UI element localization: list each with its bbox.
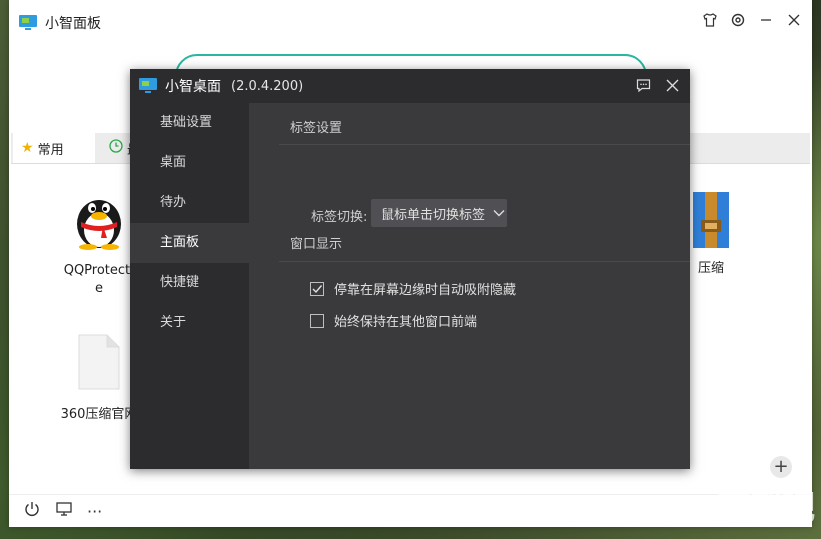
- dialog-titlebar: 小智桌面 (2.0.4.200): [130, 69, 690, 103]
- tag-switch-select[interactable]: 鼠标单击切换标签: [371, 199, 507, 227]
- sidebar-item-hotkeys[interactable]: 快捷键: [130, 263, 249, 303]
- app-logo-icon: [19, 15, 37, 31]
- panel-title: 小智面板: [45, 16, 101, 32]
- sidebar-item-desktop[interactable]: 桌面: [130, 143, 249, 183]
- close-icon[interactable]: [786, 12, 802, 28]
- app-logo-icon: [139, 78, 157, 94]
- option-label: 始终保持在其他窗口前端: [334, 315, 478, 330]
- settings-gear-icon[interactable]: [730, 12, 746, 28]
- minimize-icon[interactable]: [758, 12, 774, 28]
- sidebar-item-about[interactable]: 关于: [130, 303, 249, 343]
- option-auto-hide[interactable]: 停靠在屏幕边缘时自动吸附隐藏: [310, 279, 516, 298]
- bottom-toolbar: ···: [9, 494, 812, 527]
- qq-penguin-icon: [69, 186, 129, 250]
- section-title-tags: 标签设置: [290, 121, 343, 136]
- dialog-version: (2.0.4.200): [231, 78, 304, 94]
- skin-shirt-icon[interactable]: [702, 12, 718, 28]
- feedback-icon[interactable]: [636, 78, 651, 97]
- checkbox-unchecked[interactable]: [310, 313, 324, 328]
- tile-archive[interactable]: 压缩: [681, 190, 741, 278]
- monitor-icon[interactable]: [55, 500, 73, 522]
- panel-titlebar: 小智面板: [19, 12, 101, 34]
- divider: [279, 261, 690, 262]
- watermark: 下载吧: [717, 488, 815, 528]
- add-button[interactable]: +: [770, 456, 792, 478]
- sidebar-item-main-panel[interactable]: 主面板: [130, 223, 249, 263]
- document-icon: [77, 334, 121, 390]
- tag-switch-label: 标签切换:: [311, 210, 368, 225]
- tab-common[interactable]: ★ 常用: [13, 133, 95, 163]
- sidebar-item-basic[interactable]: 基础设置: [130, 103, 249, 143]
- archive-icon: [691, 190, 731, 250]
- dialog-close-icon[interactable]: [665, 78, 680, 97]
- dialog-window-controls: [636, 78, 680, 97]
- tile-label: 压缩: [697, 261, 724, 276]
- settings-dialog: 小智桌面 (2.0.4.200) 基础设置 桌面 待办 主面板 快捷键 关于 标…: [130, 69, 690, 469]
- settings-content: 标签设置 标签切换: 鼠标单击切换标签 窗口显示 停靠在屏幕边缘时自动吸附隐藏 …: [249, 103, 690, 469]
- settings-sidebar: 基础设置 桌面 待办 主面板 快捷键 关于: [130, 103, 249, 469]
- star-icon: ★: [21, 140, 34, 156]
- section-title-window: 窗口显示: [290, 237, 343, 252]
- sidebar-item-todo[interactable]: 待办: [130, 183, 249, 223]
- checkbox-checked[interactable]: [310, 281, 324, 296]
- option-label: 停靠在屏幕边缘时自动吸附隐藏: [334, 283, 517, 298]
- option-always-on-top[interactable]: 始终保持在其他窗口前端: [310, 311, 477, 330]
- dialog-title: 小智桌面: [165, 79, 221, 95]
- clock-icon: [109, 139, 123, 157]
- power-icon[interactable]: [23, 500, 41, 522]
- tab-label: 常用: [37, 142, 64, 158]
- divider: [279, 144, 690, 145]
- chevron-down-icon: [493, 206, 505, 221]
- more-icon[interactable]: ···: [87, 502, 102, 521]
- tag-switch-value: 鼠标单击切换标签: [381, 207, 486, 223]
- panel-window-controls: [702, 12, 802, 28]
